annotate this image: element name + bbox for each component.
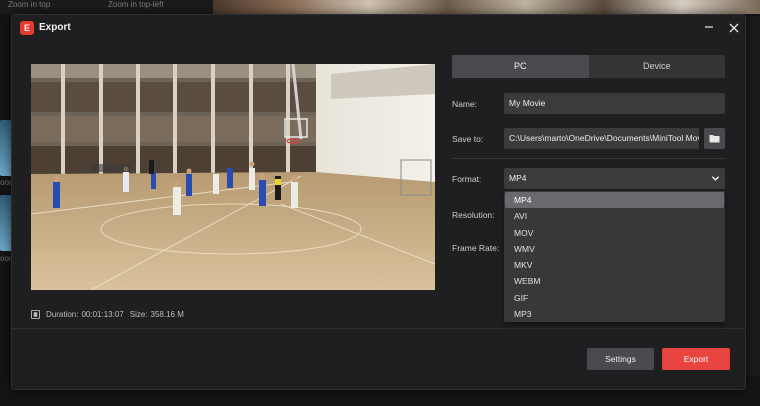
background-toolbar: Zoom in top Zoom in top-left bbox=[0, 0, 760, 14]
section-divider bbox=[452, 158, 725, 159]
format-option-avi[interactable]: AVI bbox=[504, 208, 725, 224]
settings-button[interactable]: Settings bbox=[587, 348, 654, 370]
resolution-label: Resolution: bbox=[452, 210, 495, 220]
minimize-button[interactable] bbox=[700, 19, 718, 37]
preview-info: Duration: 00:01:13:07 Size: 358.16 M bbox=[31, 308, 190, 320]
duration-label: Duration: bbox=[46, 309, 79, 319]
format-option-gif[interactable]: GIF bbox=[504, 290, 725, 306]
preview-frame-image bbox=[31, 64, 435, 290]
format-selected-value: MP4 bbox=[509, 173, 527, 183]
minimize-icon bbox=[705, 26, 713, 28]
size-value: 358.16 M bbox=[150, 309, 184, 319]
save-path-input[interactable]: C:\Users\marto\OneDrive\Documents\MiniTo… bbox=[504, 128, 699, 149]
background-hint-right: Zoom in top-left bbox=[108, 0, 164, 9]
format-dropdown-menu: MP4 AVI MOV WMV MKV WEBM GIF MP3 bbox=[504, 191, 725, 322]
film-icon bbox=[31, 309, 40, 319]
background-side-panel bbox=[746, 16, 760, 376]
export-target-tabs: PC Device bbox=[452, 55, 725, 78]
close-button[interactable] bbox=[725, 19, 743, 37]
footer-divider bbox=[12, 328, 745, 329]
format-option-mp3[interactable]: MP3 bbox=[504, 306, 725, 322]
format-option-wmv[interactable]: WMV bbox=[504, 241, 725, 257]
export-dialog: E Export Duration: 00:01:13:07 Size: 358… bbox=[11, 14, 746, 390]
browse-folder-button[interactable] bbox=[704, 128, 725, 149]
folder-icon bbox=[709, 135, 720, 143]
tab-device[interactable]: Device bbox=[588, 55, 725, 78]
chevron-down-icon bbox=[711, 176, 720, 181]
format-option-mov[interactable]: MOV bbox=[504, 225, 725, 241]
app-logo-icon: E bbox=[20, 21, 34, 35]
name-label: Name: bbox=[452, 99, 478, 109]
format-option-webm[interactable]: WEBM bbox=[504, 273, 725, 289]
dialog-title: Export bbox=[39, 22, 71, 33]
export-button[interactable]: Export bbox=[662, 348, 730, 370]
tab-pc[interactable]: PC bbox=[452, 55, 589, 78]
video-preview[interactable] bbox=[31, 64, 435, 290]
background-hint-left: Zoom in top bbox=[8, 0, 51, 9]
dialog-titlebar: E Export bbox=[12, 15, 745, 41]
size-label: Size: bbox=[129, 309, 148, 319]
duration-value: 00:01:13:07 bbox=[81, 309, 124, 319]
name-input[interactable]: My Movie bbox=[504, 93, 725, 114]
save-to-label: Save to: bbox=[452, 134, 484, 144]
format-option-mkv[interactable]: MKV bbox=[504, 257, 725, 273]
format-option-mp4[interactable]: MP4 bbox=[505, 192, 724, 209]
close-icon bbox=[729, 23, 739, 33]
frame-rate-label: Frame Rate: bbox=[452, 243, 500, 253]
background-timeline-strip bbox=[213, 0, 760, 14]
format-label: Format: bbox=[452, 174, 482, 184]
format-select[interactable]: MP4 bbox=[504, 168, 725, 189]
